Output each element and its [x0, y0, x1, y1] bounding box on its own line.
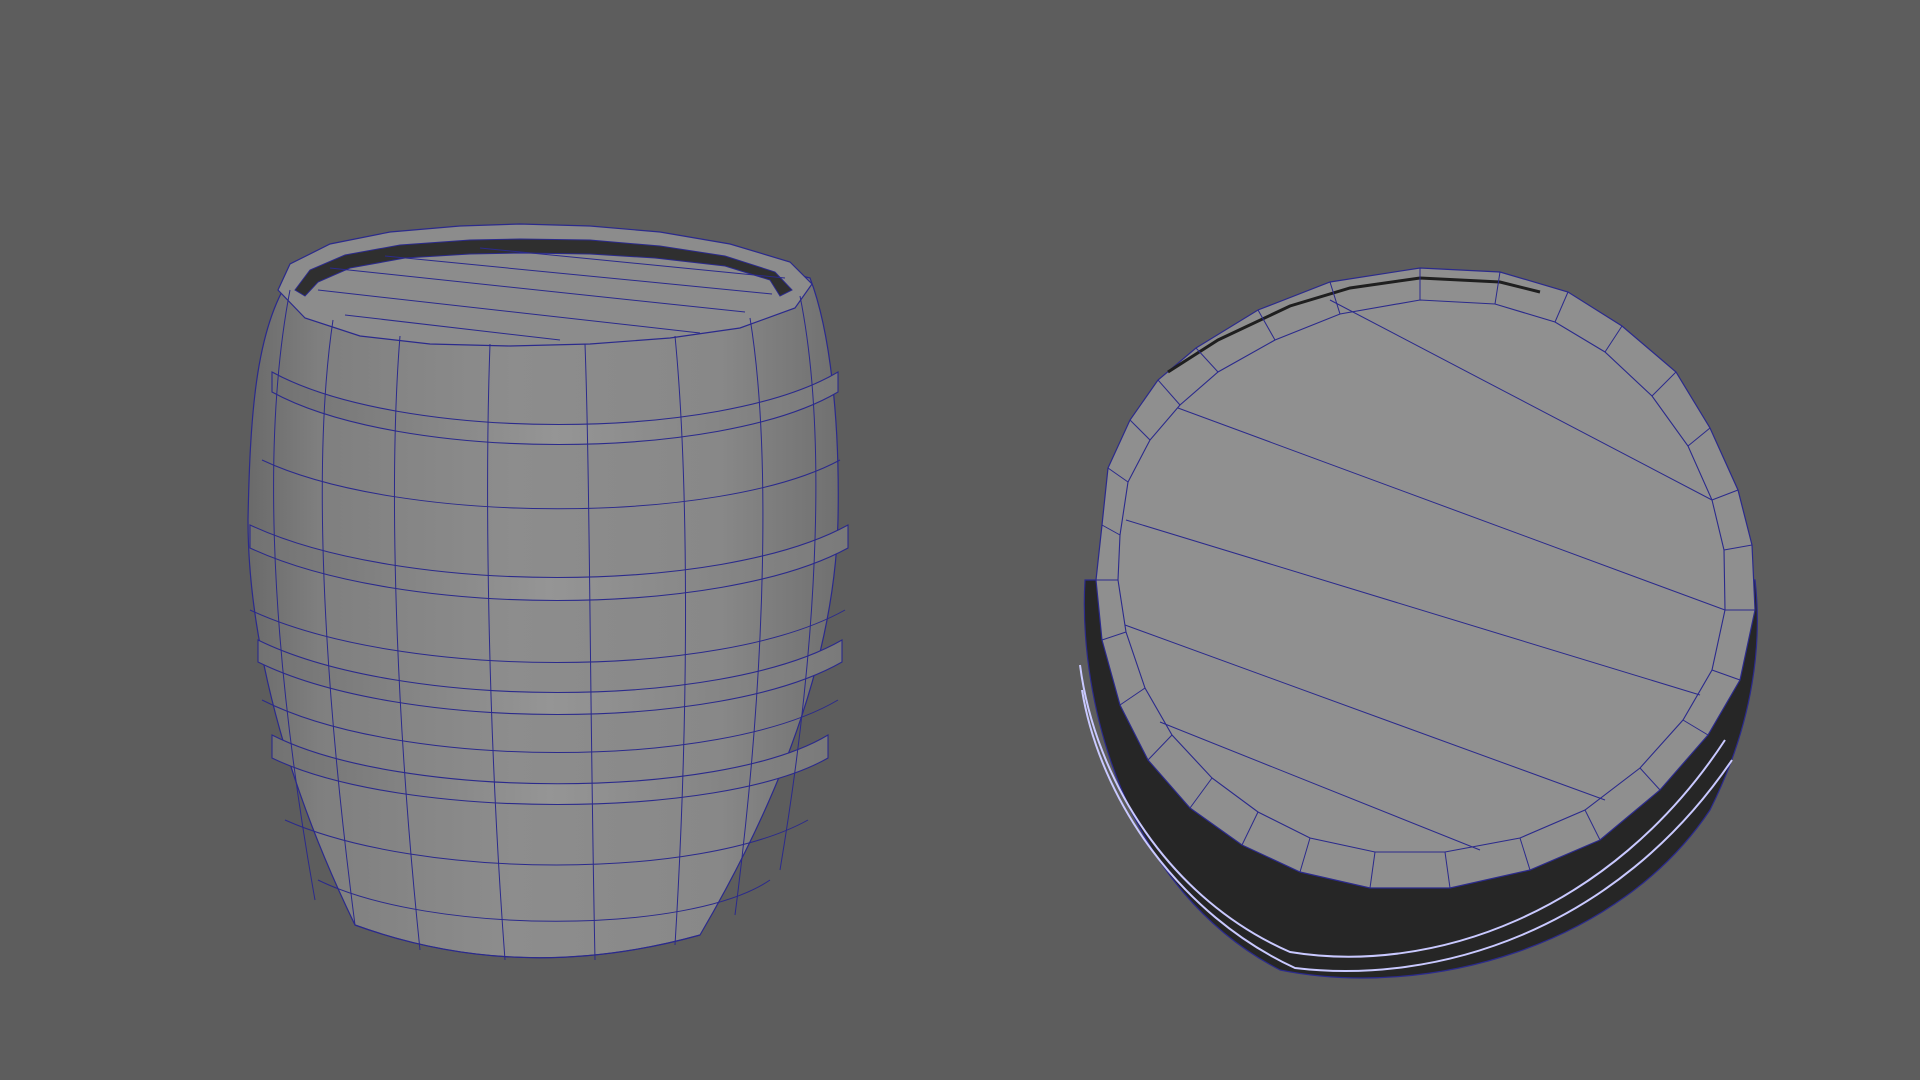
- barrel-lid: [277, 223, 813, 347]
- barrel-body: [247, 245, 839, 959]
- barrel-top-view[interactable]: [1079, 267, 1758, 979]
- barrel-side-view[interactable]: [247, 223, 849, 961]
- 3d-viewport[interactable]: [0, 0, 1920, 1080]
- viewport-canvas[interactable]: [0, 0, 1920, 1080]
